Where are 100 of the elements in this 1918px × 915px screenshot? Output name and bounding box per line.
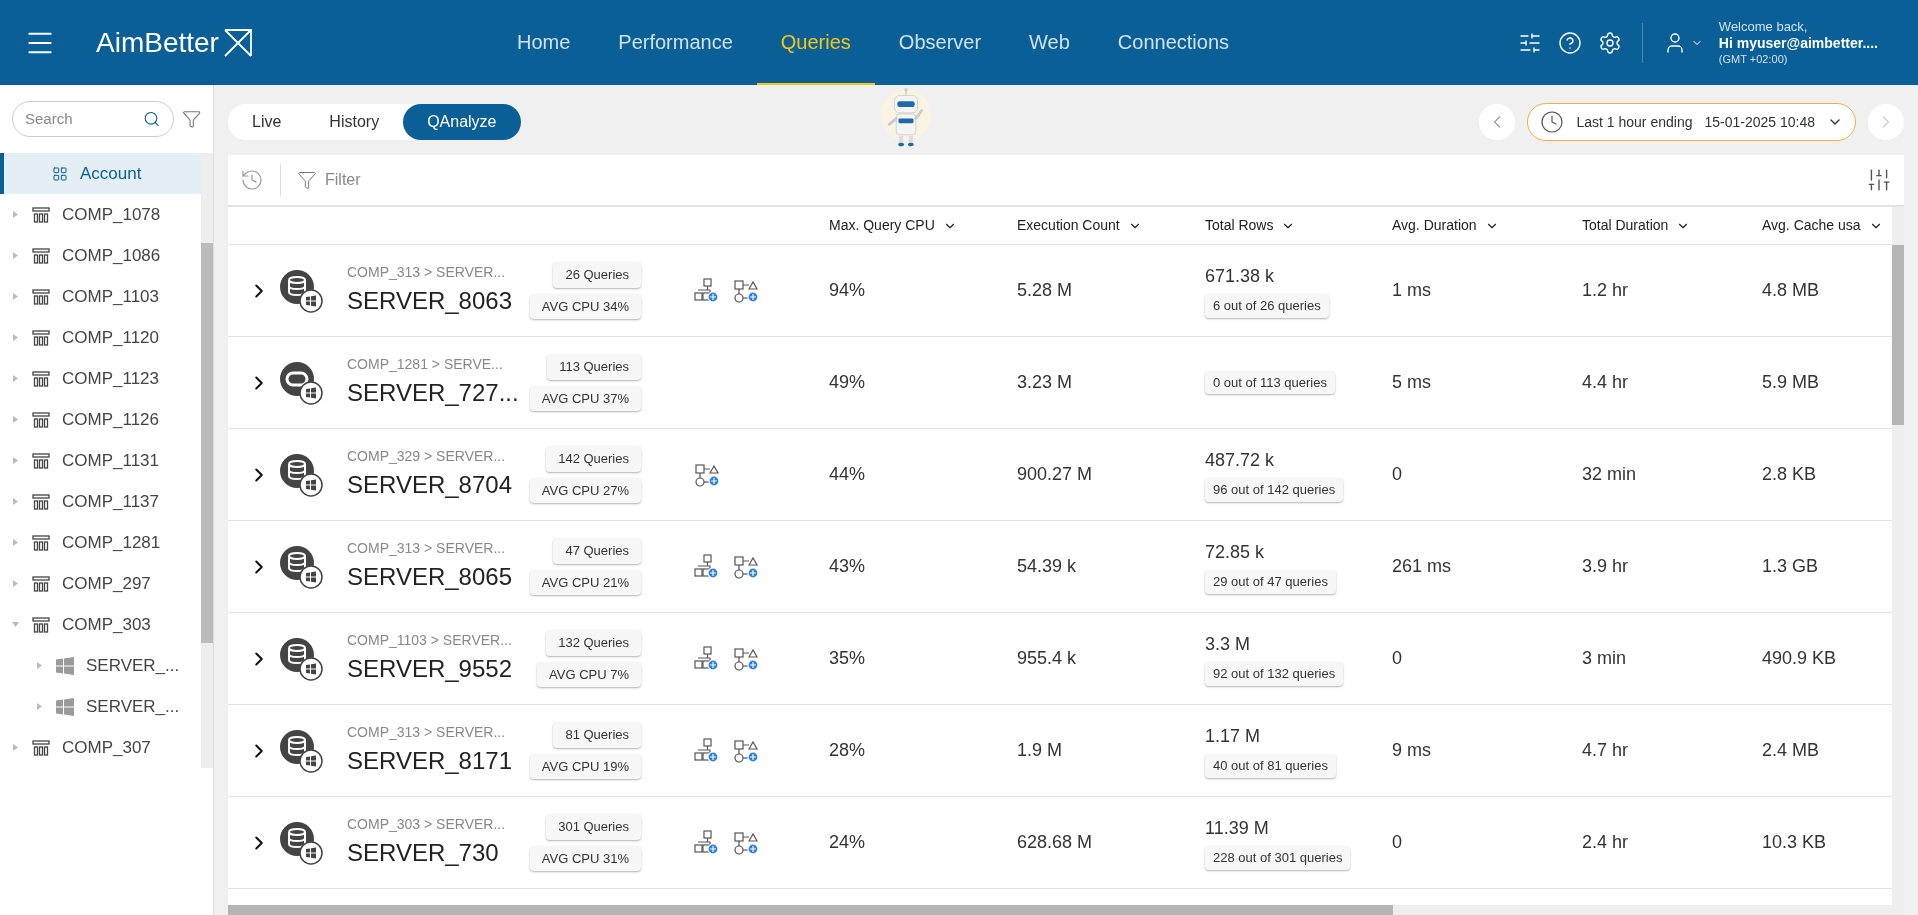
tree-item[interactable]: COMP_307	[0, 727, 201, 768]
tree-item[interactable]: SERVER_...	[0, 686, 201, 727]
table-cell-text: 490.9 KB	[1762, 647, 1838, 670]
server-name[interactable]: SERVER_8065	[347, 559, 527, 595]
tree-label: COMP_1078	[62, 203, 161, 226]
filter-icon[interactable]	[297, 170, 317, 190]
avg-cpu-badge: AVG CPU 27%	[529, 477, 641, 503]
queries-badge[interactable]: 26 Queries	[553, 262, 641, 288]
tree-item[interactable]: COMP_1103	[0, 276, 201, 317]
query-plan-icon[interactable]	[694, 553, 760, 580]
table-cell-text: 1.17 M	[1205, 725, 1261, 749]
tree-item[interactable]: COMP_303	[0, 604, 201, 645]
table-cell-text: 28%	[829, 739, 867, 762]
help-icon[interactable]	[1557, 30, 1582, 55]
tree-item[interactable]: COMP_1078	[0, 194, 201, 235]
table-cell-text: 2.4 hr	[1582, 831, 1630, 854]
table-cell-text: 3.3 M	[1205, 633, 1251, 657]
server-path: COMP_1103 > SERVER...	[347, 631, 513, 650]
column-header[interactable]: Avg. Duration	[1392, 215, 1582, 236]
tree-label: COMP_303	[62, 613, 151, 636]
server-name[interactable]: SERVER_8063	[347, 283, 527, 319]
column-header[interactable]: Execution Count	[1017, 215, 1205, 236]
building-icon	[32, 739, 50, 756]
server-path: COMP_329 > SERVER...	[347, 447, 507, 466]
tab[interactable]: QAnalyze	[403, 104, 521, 140]
tree-item[interactable]: COMP_1131	[0, 440, 201, 481]
tree-label: COMP_1137	[62, 490, 159, 513]
tree-item[interactable]: SERVER_...	[0, 645, 201, 686]
nav-link[interactable]: Performance	[594, 0, 757, 85]
query-plan-icon[interactable]	[694, 461, 722, 488]
table-cell-text: 4.7 hr	[1582, 739, 1630, 762]
column-settings-icon[interactable]	[1866, 167, 1892, 193]
building-icon	[32, 247, 50, 264]
server-path: COMP_313 > SERVER...	[347, 723, 507, 742]
nav-link[interactable]: Web	[1005, 0, 1094, 85]
rows-badge: 96 out of 142 queries	[1205, 478, 1344, 502]
search-input[interactable]: Search	[25, 107, 144, 131]
tree-item[interactable]: COMP_1120	[0, 317, 201, 358]
queries-badge[interactable]: 47 Queries	[553, 538, 641, 564]
table-cell-text: 9 ms	[1392, 739, 1432, 762]
tree-item[interactable]: COMP_1281	[0, 522, 201, 563]
column-header[interactable]: Max. Query CPU	[829, 215, 1017, 236]
query-plan-icon[interactable]	[694, 737, 760, 764]
queries-badge[interactable]: 113 Queries	[547, 354, 641, 380]
tree-item[interactable]: Account	[0, 153, 201, 194]
avg-cpu-badge: AVG CPU 21%	[529, 569, 641, 595]
tree-label: COMP_1131	[62, 449, 159, 472]
tree-item[interactable]: COMP_1123	[0, 358, 201, 399]
tree-label: COMP_297	[62, 572, 151, 595]
tree-label: SERVER_...	[86, 695, 180, 718]
settings-icon[interactable]	[1597, 30, 1622, 55]
table-cell-text: 3.9 hr	[1582, 555, 1630, 578]
tree-item[interactable]: COMP_1126	[0, 399, 201, 440]
table-cell-text: 2.4 MB	[1762, 739, 1821, 762]
rows-badge: 40 out of 81 queries	[1205, 754, 1336, 778]
query-plan-icon[interactable]	[694, 277, 760, 304]
nav-link[interactable]: Observer	[874, 0, 1006, 85]
tree-label: Account	[80, 162, 142, 185]
nav-link[interactable]: Connections	[1093, 0, 1254, 85]
nav-link[interactable]: Queries	[756, 0, 875, 85]
tab[interactable]: Live	[228, 104, 306, 140]
rows-badge: 29 out of 47 queries	[1205, 570, 1336, 594]
table-cell-text: 44%	[829, 463, 867, 486]
queries-badge[interactable]: 81 Queries	[553, 722, 641, 748]
history-icon[interactable]	[240, 168, 264, 192]
column-header[interactable]: Total Rows	[1205, 215, 1392, 236]
query-plan-icon[interactable]	[694, 645, 760, 672]
filter-icon[interactable]	[181, 109, 201, 129]
table-cell-text: 32 min	[1582, 463, 1638, 486]
table-cell-text: 43%	[829, 555, 867, 578]
table-cell-text: 35%	[829, 647, 867, 670]
server-name[interactable]: SERVER_730	[347, 835, 527, 871]
nav-link[interactable]: Home	[492, 0, 595, 85]
tab[interactable]: History	[305, 104, 404, 140]
tree-item[interactable]: COMP_1086	[0, 235, 201, 276]
column-header[interactable]: Avg. Cache usa	[1762, 215, 1892, 236]
vertical-scrollbar[interactable]	[1892, 207, 1904, 915]
tree-item[interactable]: COMP_297	[0, 563, 201, 604]
table-cell-text: 900.27 M	[1017, 463, 1094, 486]
queries-badge[interactable]: 142 Queries	[546, 446, 641, 472]
tree-label: SERVER_...	[86, 654, 180, 677]
building-icon	[32, 616, 50, 633]
server-name[interactable]: SERVER_8704	[347, 467, 527, 503]
scrollbar[interactable]	[201, 153, 213, 768]
server-name[interactable]: SERVER_727...	[347, 375, 527, 411]
avg-cpu-badge: AVG CPU 34%	[529, 293, 641, 319]
search-icon[interactable]	[143, 109, 161, 129]
tree-item[interactable]: COMP_1137	[0, 481, 201, 522]
server-name[interactable]: SERVER_8171	[347, 743, 527, 779]
queries-badge[interactable]: 301 Queries	[546, 814, 641, 840]
time-range-button[interactable]: Last 1 hour ending 15-01-2025 10:48	[1527, 103, 1856, 141]
query-plan-icon[interactable]	[694, 829, 760, 856]
queries-badge[interactable]: 132 Queries	[546, 630, 641, 656]
tree-label: COMP_1120	[62, 326, 159, 349]
timezone-text: (GMT +02:00)	[1718, 52, 1789, 67]
horizontal-scrollbar[interactable]	[228, 905, 1892, 915]
server-name[interactable]: SERVER_9552	[347, 651, 527, 687]
avg-cpu-badge: AVG CPU 37%	[529, 385, 641, 411]
column-header[interactable]: Total Duration	[1582, 215, 1762, 236]
sliders-icon[interactable]	[1517, 30, 1542, 55]
